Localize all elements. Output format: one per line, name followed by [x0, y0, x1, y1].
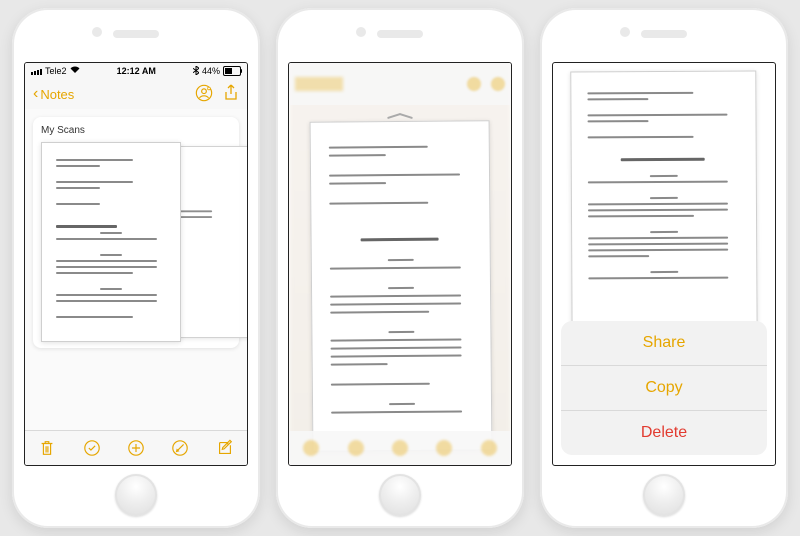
scan-thumbnails[interactable] — [41, 142, 231, 342]
scan-page-1[interactable] — [41, 142, 181, 342]
attachment-title: My Scans — [39, 123, 233, 142]
sheet-grabber-icon[interactable] — [387, 113, 413, 119]
screen-2 — [288, 62, 512, 466]
status-bar: Tele2 12:12 AM 44% — [25, 63, 247, 79]
add-button[interactable] — [127, 439, 145, 457]
scan-attachment-card[interactable]: My Scans — [33, 117, 239, 348]
checklist-button[interactable] — [83, 439, 101, 457]
action-delete[interactable]: Delete — [561, 410, 767, 455]
chevron-left-icon: ‹ — [33, 86, 38, 102]
add-people-button[interactable] — [195, 84, 213, 105]
cellular-signal-icon — [31, 67, 42, 75]
screen-1: Tele2 12:12 AM 44% ‹ No — [24, 62, 248, 466]
phone-notes-editor: Tele2 12:12 AM 44% ‹ No — [12, 8, 260, 528]
status-left: Tele2 — [31, 66, 80, 76]
toolbar-bottom — [25, 430, 247, 465]
home-button[interactable] — [115, 474, 157, 516]
compose-button[interactable] — [216, 439, 234, 457]
draw-button[interactable] — [171, 439, 189, 457]
action-copy[interactable]: Copy — [561, 365, 767, 410]
back-label: Notes — [40, 87, 74, 102]
phone-scan-actions: Share Copy Delete — [540, 8, 788, 528]
back-button[interactable]: ‹ Notes — [33, 86, 74, 102]
action-share[interactable]: Share — [561, 321, 767, 365]
screen-3: Share Copy Delete — [552, 62, 776, 466]
battery-icon — [223, 66, 241, 76]
blurred-nav-bar — [289, 63, 511, 105]
phone-scan-preview — [276, 8, 524, 528]
wifi-icon — [70, 66, 80, 76]
share-button[interactable] — [223, 84, 239, 105]
clock: 12:12 AM — [117, 66, 156, 76]
action-sheet: Share Copy Delete — [561, 321, 767, 455]
home-button[interactable] — [379, 474, 421, 516]
bluetooth-icon — [193, 66, 199, 77]
battery-pct: 44% — [202, 66, 220, 76]
nav-bar: ‹ Notes — [25, 79, 247, 110]
status-right: 44% — [193, 66, 241, 77]
carrier-label: Tele2 — [45, 66, 67, 76]
trash-button[interactable] — [38, 439, 56, 457]
scan-page-full-preview[interactable] — [310, 120, 493, 452]
home-button[interactable] — [643, 474, 685, 516]
note-body[interactable]: My Scans — [25, 109, 247, 431]
blurred-toolbar — [289, 431, 511, 465]
